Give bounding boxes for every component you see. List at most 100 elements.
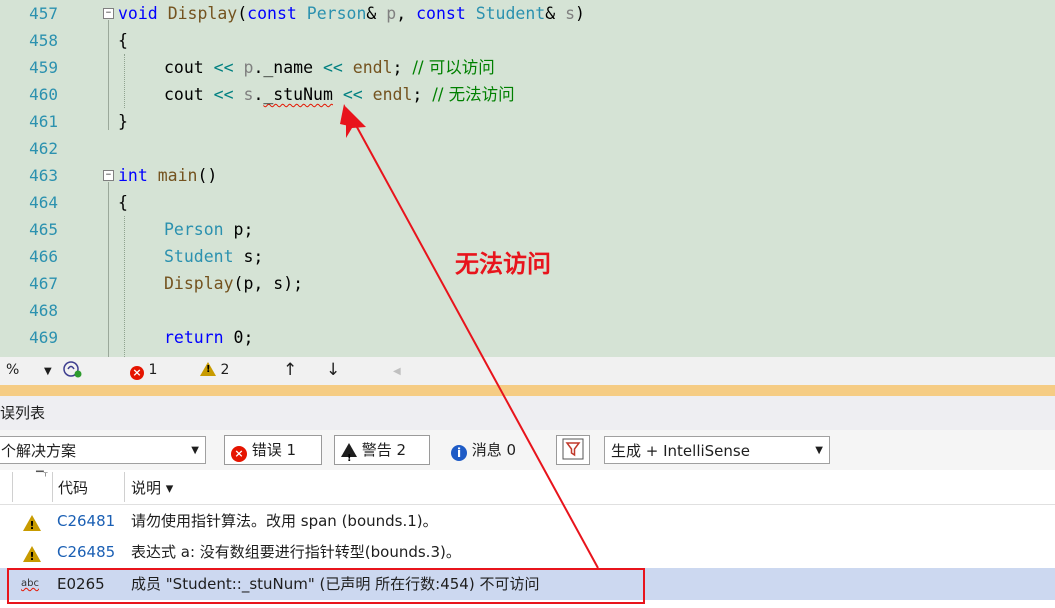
chevron-down-icon: ▼	[191, 445, 199, 456]
zoom-level[interactable]: %	[6, 362, 19, 378]
scroll-left-icon[interactable]: ◀	[393, 366, 401, 377]
line-number: 460	[29, 85, 58, 104]
punct: ,	[396, 4, 417, 23]
error-code-link[interactable]: C26481	[57, 506, 115, 536]
function-name: Display	[164, 274, 234, 293]
punct: ,	[253, 274, 274, 293]
error-count: 1	[148, 362, 158, 378]
svg-text:!: !	[29, 550, 34, 563]
messages-filter-button[interactable]: i 消息 0	[444, 435, 542, 465]
build-source-value: 生成 + IntelliSense	[611, 442, 750, 460]
error-count-indicator[interactable]: × 1	[130, 362, 157, 380]
health-icon[interactable]	[62, 360, 84, 384]
paren: (	[237, 4, 248, 23]
code-line-466[interactable]: Student s;	[164, 243, 263, 270]
operator: <<	[313, 58, 353, 77]
messages-filter-label: 消息 0	[471, 441, 517, 459]
paren: );	[283, 274, 304, 293]
code-line-467[interactable]: Display(p, s);	[164, 270, 303, 297]
scope-select[interactable]: 个解决方案 ▼	[0, 436, 206, 464]
line-number: 462	[29, 139, 58, 158]
warning-icon	[200, 362, 216, 376]
error-icon: ×	[130, 366, 144, 380]
warning-count: 2	[220, 362, 230, 378]
code-line-464[interactable]: {	[118, 189, 128, 216]
code-line-458[interactable]: {	[118, 27, 128, 54]
error-list-row[interactable]: ! C26481 请勿使用指针算法。改用 span (bounds.1)。	[0, 506, 1055, 536]
build-source-select[interactable]: 生成 + IntelliSense ▼	[604, 436, 830, 464]
operator: <<	[203, 58, 244, 77]
line-number: 468	[29, 301, 58, 320]
identifier: cout	[164, 85, 204, 104]
annotation-label: 无法访问	[455, 250, 551, 278]
code-line-459[interactable]: cout << p._name << endl; // 可以访问	[164, 54, 495, 81]
keyword: const	[247, 4, 297, 23]
error-list-row[interactable]: ! C26485 表达式 a: 没有数组要进行指针转型(bounds.3)。	[0, 537, 1055, 567]
warnings-filter-button[interactable]: 警告 2	[334, 435, 430, 473]
comment: // 可以访问	[412, 58, 495, 77]
keyword: const	[416, 4, 466, 23]
line-number: 469	[29, 328, 58, 347]
code-line-469[interactable]: return 0;	[164, 324, 253, 351]
line-number: 457	[29, 4, 58, 23]
line-number: 459	[29, 58, 58, 77]
declaration: p;	[223, 220, 254, 239]
column-divider	[124, 472, 126, 502]
error-member-name[interactable]: _stuNum	[263, 85, 333, 104]
punct: ;	[412, 85, 433, 104]
error-list-toolbar: 个解决方案 ▼ × 错误 1 警告 2 i 消息 0 生成 + IntelliS…	[0, 430, 1055, 473]
code-line-461[interactable]: }	[118, 108, 128, 135]
operator: <<	[203, 85, 244, 104]
param-name: p	[386, 4, 397, 23]
code-line-460[interactable]: cout << s._stuNum << endl; // 无法访问	[164, 81, 515, 108]
collapse-icon[interactable]: −	[103, 170, 114, 181]
code-line-463[interactable]: int main()	[118, 162, 217, 189]
warning-icon: !	[23, 515, 41, 532]
comment: // 无法访问	[432, 85, 515, 104]
error-list-header: ▔ᵀ 代码 说明 ▾	[0, 470, 1055, 505]
collapse-icon[interactable]: −	[103, 8, 114, 19]
operator: <<	[332, 85, 373, 104]
type-name: Person	[306, 4, 367, 23]
code-editor[interactable]: 457 458 459 460 461 462 463 464 465 466 …	[0, 0, 1055, 357]
error-icon: ×	[231, 446, 247, 462]
warning-count-indicator[interactable]: 2	[200, 362, 229, 378]
identifier: endl	[352, 58, 393, 77]
punct: &	[366, 4, 387, 23]
column-filter-icon[interactable]: ▔ᵀ	[36, 472, 48, 483]
panel-splitter[interactable]	[0, 385, 1055, 396]
error-description: 表达式 a: 没有数组要进行指针转型(bounds.3)。	[131, 543, 461, 561]
line-number: 464	[29, 193, 58, 212]
line-number: 465	[29, 220, 58, 239]
statement: 0;	[223, 328, 254, 347]
errors-filter-label: 错误 1	[251, 441, 297, 459]
paren: (	[233, 274, 244, 293]
type-name: Person	[164, 220, 224, 239]
line-number: 458	[29, 31, 58, 50]
svg-text:!: !	[29, 519, 34, 532]
declaration: s;	[233, 247, 264, 266]
paren: )	[575, 4, 585, 23]
column-header-code[interactable]: 代码	[58, 477, 88, 498]
filter-toggle-button[interactable]	[556, 435, 590, 465]
error-code-link[interactable]: C26485	[57, 537, 115, 567]
column-header-description[interactable]: 说明 ▾	[131, 477, 173, 498]
previous-issue-button[interactable]: ↑	[283, 360, 297, 380]
block-guide	[108, 182, 109, 357]
chevron-down-icon: ▼	[815, 445, 823, 456]
next-issue-button[interactable]: ↓	[326, 360, 340, 380]
type-name: Student	[164, 247, 234, 266]
panel-title-text: 误列表	[0, 404, 46, 422]
type-name: Student	[475, 4, 546, 23]
param-name: s	[243, 85, 254, 104]
errors-filter-button[interactable]: × 错误 1	[224, 435, 322, 465]
zoom-dropdown-icon[interactable]: ▼	[44, 366, 52, 377]
keyword: return	[164, 328, 224, 347]
identifier: s	[273, 274, 284, 293]
function-name: main	[157, 166, 198, 185]
punct: ;	[392, 58, 413, 77]
filter-icon	[562, 438, 584, 460]
scope-select-value: 个解决方案	[1, 442, 77, 460]
code-line-465[interactable]: Person p;	[164, 216, 253, 243]
code-line-457[interactable]: void Display(const Person& p, const Stud…	[118, 0, 585, 27]
